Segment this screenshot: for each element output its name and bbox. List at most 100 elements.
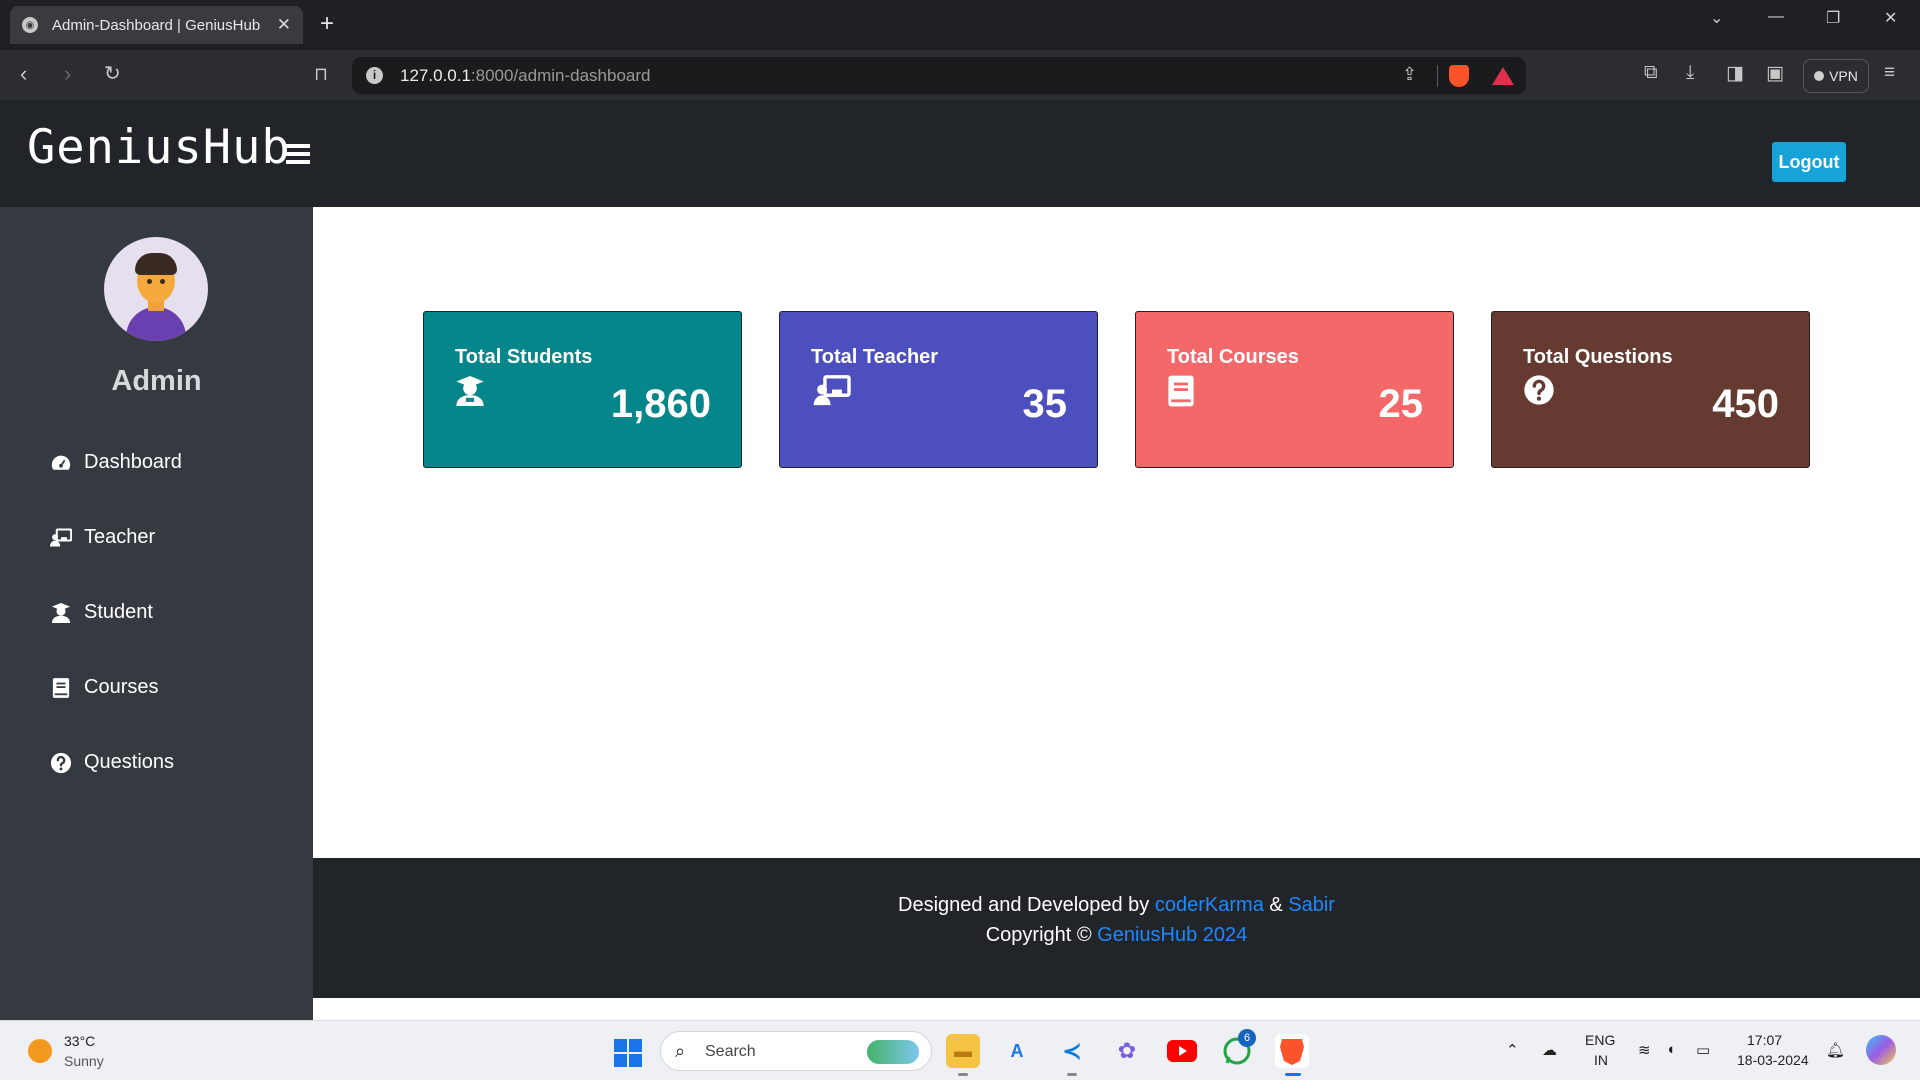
sidebar-item-student[interactable]: Student bbox=[50, 601, 153, 624]
sidebar-item-label: Dashboard bbox=[84, 451, 182, 473]
card-label: Total Students bbox=[455, 346, 593, 368]
card-value: 35 bbox=[1022, 382, 1068, 426]
share-icon[interactable]: ⇪ bbox=[1402, 64, 1417, 85]
vpn-status-icon bbox=[1814, 71, 1825, 81]
copilot-icon[interactable]: ✿ bbox=[1110, 1034, 1144, 1068]
user-name: Admin bbox=[111, 365, 202, 397]
sabir-link[interactable]: Sabir bbox=[1288, 894, 1335, 916]
vscode-icon[interactable]: ≺ bbox=[1055, 1034, 1089, 1068]
sidebar: Admin Dashboard Teacher Student Courses … bbox=[0, 207, 313, 1020]
card-value: 25 bbox=[1378, 382, 1424, 426]
sidebar-toggle-icon[interactable]: ◨ bbox=[1726, 62, 1744, 85]
sidebar-item-label: Courses bbox=[84, 676, 159, 698]
footer-copyright: Copyright © GeniusHub 2024 bbox=[985, 924, 1248, 946]
close-tab-icon[interactable]: ✕ bbox=[277, 15, 291, 35]
download-icon[interactable]: ⤓ bbox=[1686, 62, 1694, 84]
chalkboard-teacher-icon bbox=[811, 374, 851, 410]
site-info-icon[interactable]: i bbox=[366, 67, 383, 84]
app-header: GeniusHub Logout bbox=[0, 100, 1920, 207]
notification-bell-icon[interactable]: 🔔︎ bbox=[1826, 1041, 1845, 1059]
bookmark-icon[interactable]: ⊓ bbox=[314, 62, 328, 86]
browser-tab[interactable]: ◉ Admin-Dashboard | GeniusHub ✕ bbox=[10, 6, 303, 44]
page-footer: Designed and Developed by coderKarma & S… bbox=[313, 858, 1920, 998]
sidebar-item-label: Teacher bbox=[84, 526, 156, 548]
search-placeholder: Search bbox=[705, 1043, 756, 1060]
search-icon: ⌕ bbox=[675, 1041, 686, 1061]
total-teacher-card: Total Teacher 35 bbox=[779, 311, 1098, 468]
clock-date[interactable]: 18-03-2024 bbox=[1737, 1052, 1809, 1068]
windows-taskbar: 33°C Sunny ⌕ Search ▬ A ≺ ✿ 6 ⌃ ☁ ENG IN… bbox=[0, 1020, 1920, 1080]
region-indicator[interactable]: IN bbox=[1594, 1052, 1608, 1068]
globe-icon: ◉ bbox=[22, 17, 38, 33]
reload-button[interactable]: ↻ bbox=[104, 62, 121, 86]
url-text[interactable]: 127.0.0.1:8000/admin-dashboard bbox=[400, 66, 650, 86]
minimize-button[interactable]: — bbox=[1768, 8, 1784, 26]
coderkarma-link[interactable]: coderKarma bbox=[1155, 894, 1264, 916]
wallet-icon[interactable]: ▣ bbox=[1766, 62, 1784, 85]
notification-badge: 6 bbox=[1238, 1029, 1256, 1047]
question-circle-icon bbox=[50, 752, 72, 774]
tab-title: Admin-Dashboard | GeniusHub bbox=[52, 16, 261, 34]
brand-logo[interactable]: GeniusHub bbox=[27, 120, 291, 175]
file-explorer-icon[interactable]: ▬ bbox=[946, 1034, 980, 1068]
url-divider bbox=[1437, 65, 1438, 87]
hamburger-menu-icon[interactable] bbox=[286, 144, 310, 164]
taskbar-search[interactable]: ⌕ Search bbox=[660, 1031, 932, 1071]
book-icon bbox=[50, 677, 72, 699]
copilot-preview-icon[interactable] bbox=[1866, 1035, 1896, 1065]
card-value: 450 bbox=[1712, 382, 1779, 426]
avatar bbox=[104, 237, 208, 341]
microsoft-store-icon[interactable]: A bbox=[1000, 1034, 1034, 1068]
question-circle-icon bbox=[1523, 374, 1557, 410]
address-bar[interactable]: i 127.0.0.1:8000/admin-dashboard ⇪ bbox=[352, 57, 1526, 94]
sidebar-item-teacher[interactable]: Teacher bbox=[50, 526, 155, 549]
sidebar-item-label: Questions bbox=[84, 751, 175, 773]
back-button[interactable]: ‹ bbox=[20, 62, 27, 86]
wifi-icon[interactable]: ≋ bbox=[1638, 1041, 1651, 1059]
tachometer-icon bbox=[50, 452, 72, 474]
total-courses-card: Total Courses 25 bbox=[1135, 311, 1454, 468]
sun-icon[interactable] bbox=[28, 1039, 52, 1063]
extensions-icon[interactable]: ⧉ bbox=[1644, 62, 1658, 84]
show-hidden-icons-icon[interactable]: ⌃ bbox=[1506, 1041, 1519, 1059]
card-label: Total Teacher bbox=[811, 346, 939, 368]
onedrive-icon[interactable]: ☁ bbox=[1542, 1041, 1557, 1059]
restore-button[interactable]: ❐ bbox=[1826, 8, 1840, 28]
brave-browser-icon[interactable] bbox=[1275, 1034, 1309, 1068]
battery-icon[interactable]: ▭ bbox=[1696, 1041, 1710, 1059]
user-graduate-icon bbox=[455, 374, 489, 410]
youtube-icon[interactable] bbox=[1165, 1034, 1199, 1068]
vpn-label: VPN bbox=[1829, 68, 1858, 84]
card-label: Total Questions bbox=[1523, 346, 1673, 368]
brave-rewards-icon[interactable] bbox=[1492, 67, 1514, 85]
total-questions-card: Total Questions 450 bbox=[1491, 311, 1810, 468]
forward-button[interactable]: › bbox=[64, 62, 71, 86]
logout-button[interactable]: Logout bbox=[1772, 142, 1846, 182]
chalkboard-teacher-icon bbox=[50, 527, 72, 549]
sidebar-item-label: Student bbox=[84, 601, 153, 623]
total-students-card: Total Students 1,860 bbox=[423, 311, 742, 468]
vpn-button[interactable]: VPN bbox=[1803, 59, 1869, 93]
clock-time[interactable]: 17:07 bbox=[1747, 1032, 1782, 1048]
card-label: Total Courses bbox=[1167, 346, 1299, 368]
weather-temperature[interactable]: 33°C bbox=[64, 1033, 95, 1049]
geniushub-link[interactable]: GeniusHub 2024 bbox=[1097, 924, 1247, 946]
footer-credits: Designed and Developed by coderKarma & S… bbox=[898, 894, 1335, 916]
search-highlight-icon bbox=[867, 1040, 919, 1064]
weather-condition[interactable]: Sunny bbox=[64, 1053, 104, 1069]
new-tab-button[interactable]: + bbox=[320, 12, 334, 36]
language-indicator[interactable]: ENG bbox=[1585, 1032, 1615, 1048]
volume-icon[interactable]: ◖ bbox=[1666, 1041, 1675, 1058]
close-window-button[interactable]: ✕ bbox=[1884, 8, 1897, 28]
menu-icon[interactable]: ≡ bbox=[1884, 62, 1895, 84]
windows-start-icon[interactable] bbox=[614, 1039, 642, 1067]
browser-tab-bar: ◉ Admin-Dashboard | GeniusHub ✕ + ⌄ — ❐ … bbox=[0, 0, 1920, 50]
sidebar-item-dashboard[interactable]: Dashboard bbox=[50, 451, 182, 474]
book-icon bbox=[1167, 374, 1201, 410]
brave-shields-icon[interactable] bbox=[1449, 65, 1469, 87]
sidebar-item-questions[interactable]: Questions bbox=[50, 751, 174, 774]
tab-search-icon[interactable]: ⌄ bbox=[1710, 8, 1723, 28]
sidebar-item-courses[interactable]: Courses bbox=[50, 676, 158, 699]
card-value: 1,860 bbox=[610, 382, 711, 426]
user-graduate-icon bbox=[50, 602, 72, 624]
